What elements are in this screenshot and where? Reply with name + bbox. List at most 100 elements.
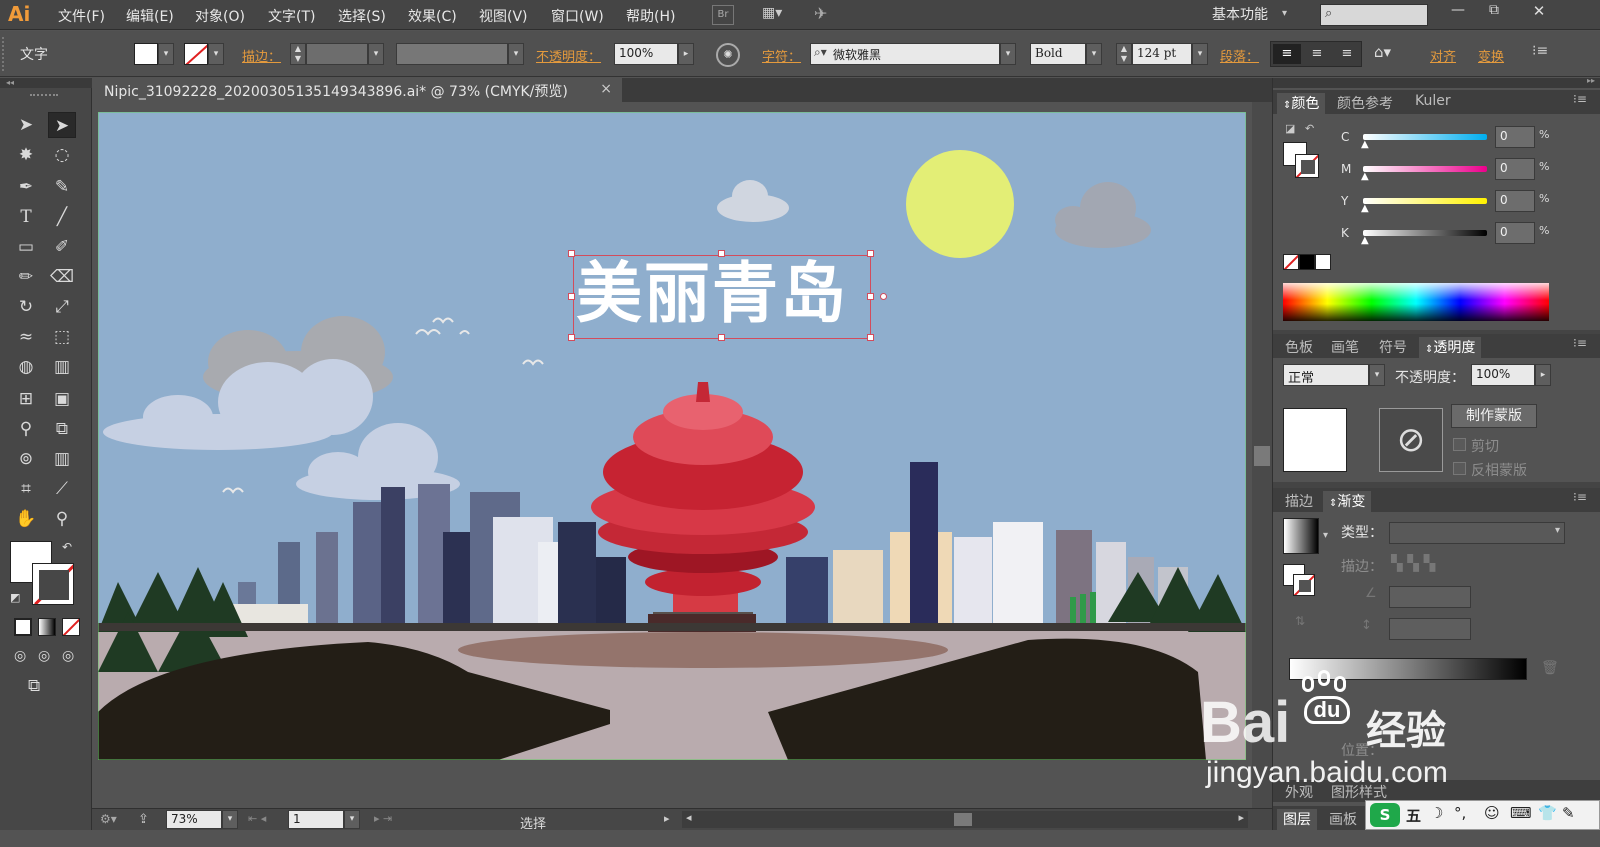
tab-color[interactable]: ⇕颜色 <box>1277 93 1326 114</box>
selection-handle[interactable] <box>568 250 575 257</box>
opacity-flyout[interactable]: ▸ <box>678 43 694 65</box>
blend-mode-select[interactable]: 正常 <box>1283 364 1369 386</box>
collapse-panel-icon[interactable]: ◂◂ <box>0 78 92 88</box>
pen-tool-icon[interactable]: ✒ <box>12 174 40 200</box>
panel-menu-icon[interactable]: ⁝≡ <box>1573 490 1587 504</box>
tab-stroke[interactable]: 描边 <box>1285 491 1313 511</box>
selection-handle[interactable] <box>718 334 725 341</box>
blend-tool-icon[interactable]: ⧉ <box>48 416 76 442</box>
font-family-input[interactable]: 微软雅黑 <box>810 43 1000 65</box>
magic-wand-tool-icon[interactable]: ✸ <box>12 142 40 168</box>
slider-handle[interactable]: ▲ <box>1361 203 1369 214</box>
black-value-input[interactable]: 0 <box>1495 222 1535 244</box>
mesh-tool-icon[interactable]: ⊞ <box>12 386 40 412</box>
draw-behind-icon[interactable]: ◎ <box>38 648 50 664</box>
hand-tool-icon[interactable]: ✋ <box>12 506 40 532</box>
close-tab-icon[interactable]: × <box>600 81 612 97</box>
swap-colors-icon[interactable]: ↶ <box>62 540 72 554</box>
character-label[interactable]: 字符： <box>762 46 801 65</box>
draw-normal-icon[interactable]: ◎ <box>14 648 26 664</box>
artboard-tool-icon[interactable]: ⌗ <box>12 476 40 502</box>
ime-mode-label[interactable]: 五 <box>1406 805 1421 826</box>
grip-handle[interactable] <box>2 37 8 71</box>
menu-view[interactable]: 视图(V) <box>479 6 528 26</box>
stroke-dropdown[interactable]: ▾ <box>208 43 224 65</box>
cyan-value-input[interactable]: 0 <box>1495 126 1535 148</box>
menu-effect[interactable]: 效果(C) <box>408 6 457 26</box>
tab-brushes[interactable]: 画笔 <box>1331 337 1359 357</box>
tab-kuler[interactable]: Kuler <box>1415 93 1451 109</box>
fill-dropdown[interactable]: ▾ <box>158 43 174 65</box>
direct-selection-tool-icon[interactable]: ➤ <box>48 112 76 138</box>
close-window-button[interactable]: ✕ <box>1524 2 1554 20</box>
panel-menu-icon[interactable]: ⁝≡ <box>1573 92 1587 106</box>
punctuation-icon[interactable]: °, <box>1454 804 1466 822</box>
slice-tool-icon[interactable]: ⟋ <box>48 476 76 502</box>
artboard-dropdown[interactable]: ▾ <box>344 810 360 829</box>
yellow-slider[interactable] <box>1363 198 1487 204</box>
opacity-input[interactable]: 100% <box>614 43 678 65</box>
blend-mode-dropdown[interactable]: ▾ <box>1369 364 1385 386</box>
width-tool-icon[interactable]: ≈ <box>12 324 40 350</box>
fill-swatch[interactable] <box>134 43 158 65</box>
first-artboard-icon[interactable]: ⇤ ◂ <box>248 812 266 825</box>
bridge-button[interactable]: Br <box>712 5 734 25</box>
white-swatch[interactable] <box>1315 254 1331 270</box>
envelope-distort-icon[interactable]: ⌂▾ <box>1374 43 1391 61</box>
none-mode-button[interactable] <box>62 618 80 636</box>
line-tool-icon[interactable]: ╱ <box>48 204 76 230</box>
skin-icon[interactable]: 👕 <box>1538 804 1557 822</box>
share-icon[interactable]: ⇪ <box>138 812 149 827</box>
gradient-mode-button[interactable] <box>38 618 56 636</box>
tab-color-guide[interactable]: 颜色参考 <box>1337 93 1393 113</box>
panel-menu-icon[interactable]: ⁝≡ <box>1573 336 1587 350</box>
settings-icon[interactable]: ⚙▾ <box>100 812 117 826</box>
stroke-weight-input[interactable] <box>306 43 368 65</box>
headline-text[interactable]: 美丽青岛 <box>576 252 874 336</box>
expand-panel-icon[interactable]: ▸▸ <box>1587 76 1595 85</box>
transform-label[interactable]: 变换 <box>1478 46 1504 65</box>
arrange-documents-icon[interactable]: ▦▾ <box>762 5 796 25</box>
align-right-icon[interactable]: ≡ <box>1333 44 1361 64</box>
font-size-input[interactable]: 124 pt <box>1132 43 1192 65</box>
symbol-sprayer-tool-icon[interactable]: ⊚ <box>12 446 40 472</box>
selection-tool-icon[interactable]: ➤ <box>12 112 40 138</box>
font-family-dropdown[interactable]: ▾ <box>1000 43 1016 65</box>
zoom-dropdown[interactable]: ▾ <box>222 810 238 829</box>
tab-swatches[interactable]: 色板 <box>1285 337 1313 357</box>
moon-icon[interactable]: ☽ <box>1430 804 1443 822</box>
shape-builder-tool-icon[interactable]: ◍ <box>12 354 40 380</box>
status-menu-icon[interactable]: ▸ <box>664 812 670 825</box>
invert-mask-checkbox[interactable] <box>1453 462 1466 475</box>
black-swatch[interactable] <box>1299 254 1315 270</box>
clip-checkbox[interactable] <box>1453 438 1466 451</box>
selection-handle[interactable] <box>718 250 725 257</box>
black-slider[interactable] <box>1363 230 1487 236</box>
gradient-tool-icon[interactable]: ▣ <box>48 386 76 412</box>
stroke-weight-dropdown[interactable]: ▾ <box>368 43 384 65</box>
tab-graphic-styles[interactable]: 图形样式 <box>1331 782 1387 802</box>
scroll-thumb[interactable] <box>1254 446 1270 466</box>
scale-tool-icon[interactable]: ⤢ <box>48 294 76 320</box>
recolor-artwork-icon[interactable]: ✺ <box>716 43 740 67</box>
vertical-scrollbar[interactable] <box>1252 102 1272 808</box>
delete-stop-icon[interactable]: 🗑 <box>1541 660 1559 676</box>
selection-handle[interactable] <box>867 334 874 341</box>
artboard[interactable]: 美丽青岛 <box>98 112 1246 760</box>
search-input[interactable]: ⌕ <box>1320 4 1428 26</box>
minimize-button[interactable]: — <box>1446 2 1470 18</box>
control-bar-menu-icon[interactable]: ⁝≡ <box>1532 43 1548 59</box>
font-style-dropdown[interactable]: ▾ <box>1086 43 1102 65</box>
panel-opacity-flyout[interactable]: ▸ <box>1535 364 1551 386</box>
selection-handle[interactable] <box>867 293 874 300</box>
sogou-logo-icon[interactable]: S <box>1370 803 1400 827</box>
reverse-gradient-icon[interactable]: ⇅ <box>1295 614 1305 628</box>
curvature-tool-icon[interactable]: ✎ <box>48 174 76 200</box>
menu-help[interactable]: 帮助(H) <box>626 6 675 26</box>
fill-stroke-toggle-icon[interactable]: ◪ <box>1285 122 1295 135</box>
workspace-switcher[interactable]: 基本功能 <box>1212 4 1268 24</box>
selection-handle[interactable] <box>867 250 874 257</box>
column-graph-tool-icon[interactable]: ▥ <box>48 446 76 472</box>
cyan-slider[interactable] <box>1363 134 1487 140</box>
scroll-thumb[interactable] <box>954 813 972 826</box>
